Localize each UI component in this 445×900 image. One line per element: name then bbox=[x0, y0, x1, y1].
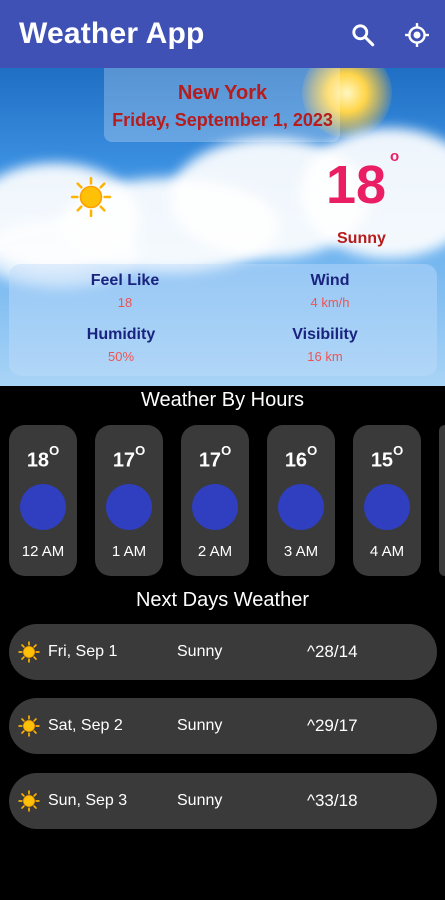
day-condition: Sunny bbox=[177, 643, 223, 660]
day-date: Sun, Sep 3 bbox=[48, 792, 128, 809]
moon-icon bbox=[20, 484, 66, 530]
hour-card[interactable]: 17O 2 AM bbox=[181, 425, 249, 576]
humidity-value: 50% bbox=[107, 349, 135, 364]
daily-section-title: Next Days Weather bbox=[135, 589, 310, 611]
degree-symbol: o bbox=[390, 148, 400, 165]
day-temperature-range: ^29/17 bbox=[307, 716, 358, 735]
hour-card[interactable]: 16O 3 AM bbox=[267, 425, 335, 576]
search-icon[interactable] bbox=[350, 22, 376, 48]
sun-icon bbox=[18, 641, 40, 663]
day-condition: Sunny bbox=[177, 792, 223, 809]
moon-icon bbox=[364, 484, 410, 530]
day-condition: Sunny bbox=[177, 717, 223, 734]
city-name: New York bbox=[177, 82, 268, 104]
sun-icon bbox=[70, 176, 112, 218]
current-condition: Sunny bbox=[337, 230, 386, 247]
hour-temperature: 15O bbox=[370, 443, 404, 472]
day-date: Fri, Sep 1 bbox=[48, 643, 118, 660]
moon-icon bbox=[192, 484, 238, 530]
hour-card[interactable]: 18O 12 AM bbox=[9, 425, 77, 576]
wind-value: 4 km/h bbox=[310, 295, 350, 310]
weather-stats-panel: Feel Like 18 Wind 4 km/h Humidity 50% Vi… bbox=[9, 264, 437, 376]
wind-label: Wind bbox=[310, 272, 350, 289]
current-date: Friday, September 1, 2023 bbox=[112, 110, 333, 130]
hour-card[interactable]: 17O 1 AM bbox=[95, 425, 163, 576]
current-temperature: 18 bbox=[326, 155, 387, 215]
feel-like-value: 18 bbox=[117, 295, 133, 310]
day-temperature-range: ^28/14 bbox=[307, 642, 358, 661]
hour-card[interactable]: 15O 4 AM bbox=[353, 425, 421, 576]
hour-time: 2 AM bbox=[197, 543, 233, 560]
day-date: Sat, Sep 2 bbox=[48, 717, 123, 734]
hour-time: 1 AM bbox=[111, 543, 147, 560]
hourly-section-title: Weather By Hours bbox=[140, 389, 305, 411]
feel-like-label: Feel Like bbox=[90, 272, 160, 289]
moon-icon bbox=[106, 484, 152, 530]
humidity-label: Humidity bbox=[86, 326, 156, 343]
hour-temperature: 16O bbox=[284, 443, 318, 472]
current-weather-panel: New York Friday, September 1, 2023 18 o … bbox=[0, 68, 445, 386]
sun-icon bbox=[18, 790, 40, 812]
sun-icon bbox=[18, 715, 40, 737]
hour-temperature: 17O bbox=[198, 443, 232, 472]
visibility-value: 16 km bbox=[307, 349, 343, 364]
app-title: Weather App bbox=[19, 17, 205, 50]
hour-card-partial[interactable] bbox=[439, 425, 445, 576]
my-location-icon[interactable] bbox=[404, 22, 430, 48]
day-row[interactable]: Sun, Sep 3 Sunny ^33/18 bbox=[9, 773, 437, 829]
visibility-label: Visibility bbox=[292, 326, 358, 343]
day-row[interactable]: Sat, Sep 2 Sunny ^29/17 bbox=[9, 698, 437, 754]
day-row[interactable]: Fri, Sep 1 Sunny ^28/14 bbox=[9, 624, 437, 680]
hour-time: 12 AM bbox=[21, 543, 65, 560]
hour-time: 3 AM bbox=[283, 543, 319, 560]
day-temperature-range: ^33/18 bbox=[307, 791, 358, 810]
hour-temperature: 18O bbox=[26, 443, 60, 472]
app-bar: Weather App bbox=[0, 0, 445, 68]
moon-icon bbox=[278, 484, 324, 530]
hour-time: 4 AM bbox=[369, 543, 405, 560]
hour-temperature: 17O bbox=[112, 443, 146, 472]
